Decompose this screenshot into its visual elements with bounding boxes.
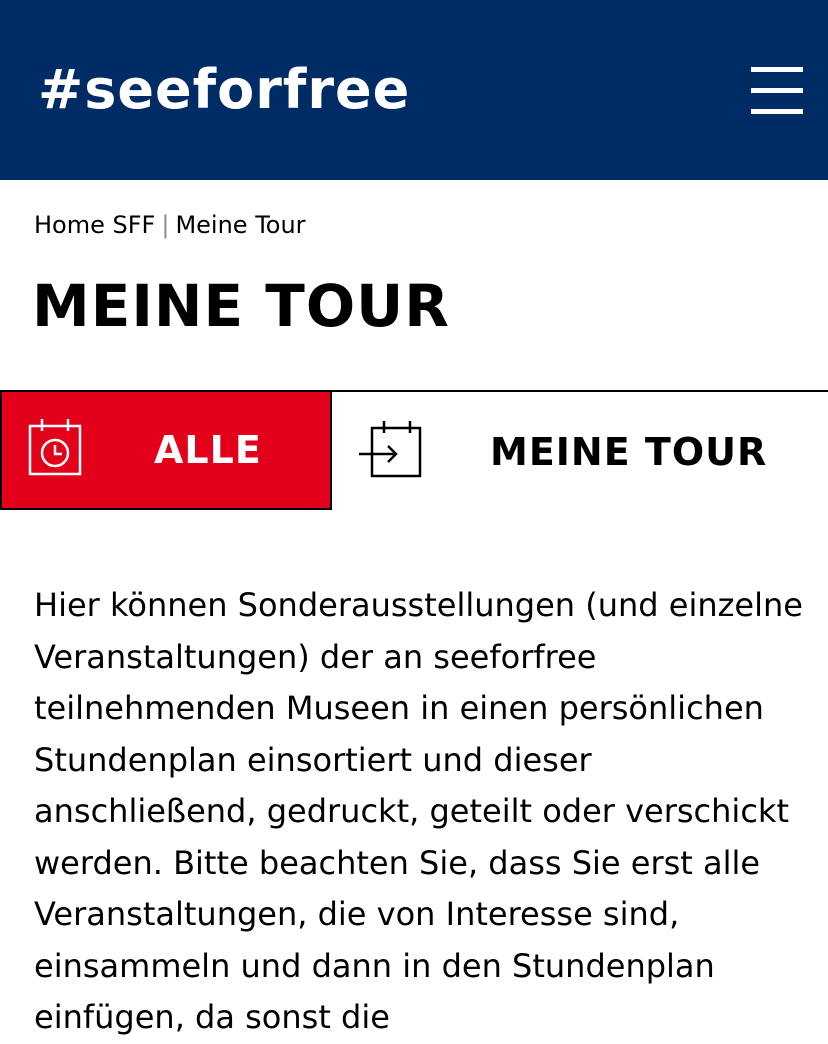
- breadcrumb-current: Meine Tour: [175, 211, 306, 239]
- calendar-clock-icon: [28, 419, 82, 476]
- breadcrumb-home-link[interactable]: Home SFF: [34, 211, 155, 239]
- tab-meine-tour[interactable]: MEINE TOUR: [332, 390, 828, 510]
- tab-alle-label: ALLE: [154, 428, 262, 472]
- hamburger-menu-icon: [751, 109, 803, 114]
- tab-meine-tour-label: MEINE TOUR: [490, 430, 768, 474]
- hamburger-menu-icon: [751, 88, 803, 93]
- tab-bar: ALLE MEINE TOUR: [0, 390, 828, 510]
- intro-text: Hier können Sonderausstellungen (und ein…: [34, 586, 803, 1036]
- calendar-arrow-icon: [359, 421, 422, 478]
- site-header: #seeforfree: [0, 0, 828, 180]
- site-logo[interactable]: #seeforfree: [38, 58, 410, 122]
- breadcrumb: Home SFF | Meine Tour: [34, 210, 306, 240]
- menu-button[interactable]: [746, 62, 808, 118]
- tab-alle[interactable]: ALLE: [0, 390, 332, 510]
- breadcrumb-separator: |: [161, 211, 170, 239]
- hamburger-menu-icon: [751, 67, 803, 72]
- page-title: MEINE TOUR: [32, 272, 450, 340]
